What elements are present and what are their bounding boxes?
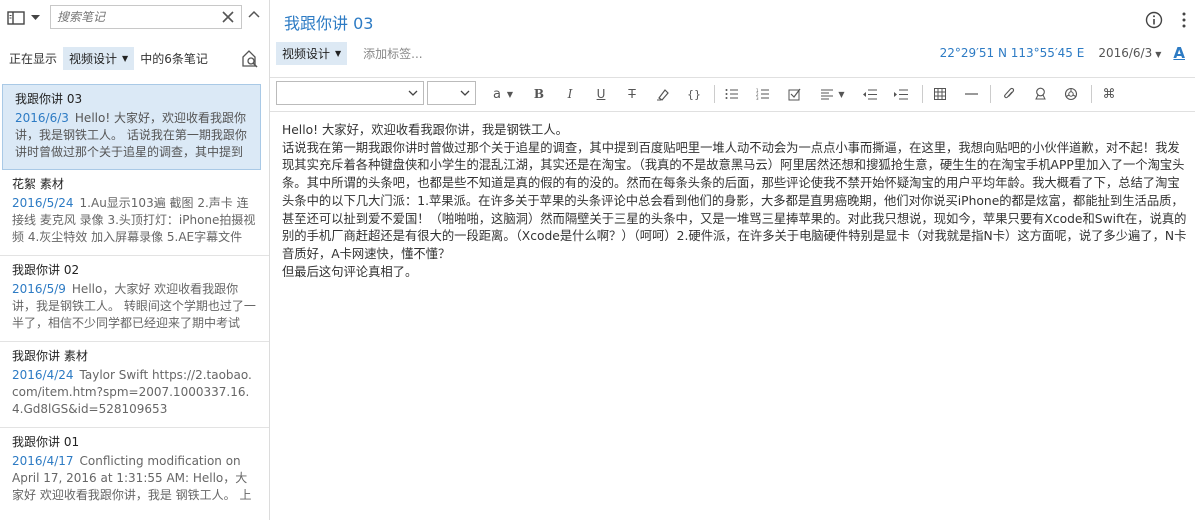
close-icon[interactable] xyxy=(221,10,235,24)
note-tag-label: 视频设计 xyxy=(282,46,331,61)
align-button[interactable]: ▼ xyxy=(816,84,850,104)
underline-icon[interactable]: U xyxy=(591,84,611,104)
sidebar-topbar xyxy=(0,0,269,36)
note-paragraph: 话说我在第一期我跟你讲时曾做过那个关于追星的调查，其中提到百度贴吧里一堆人动不动… xyxy=(282,140,1187,261)
info-icon[interactable] xyxy=(1145,11,1163,29)
note-item-snippet: 2016/4/24 Taylor Swift https://2.taobao.c… xyxy=(12,367,257,418)
notebook-view-button[interactable] xyxy=(7,9,43,27)
note-item-date: 2016/5/24 xyxy=(12,196,74,210)
italic-icon[interactable]: I xyxy=(560,84,580,104)
strikethrough-icon[interactable]: T xyxy=(622,84,642,104)
note-item-title: 我跟你讲 03 xyxy=(15,92,83,106)
note-item-title: 我跟你讲 02 xyxy=(12,263,80,277)
bullet-list-icon[interactable] xyxy=(722,84,742,104)
toolbar-separator xyxy=(922,85,923,103)
text-color-button[interactable]: a ▼ xyxy=(486,84,520,104)
table-icon[interactable] xyxy=(930,84,950,104)
note-list-item[interactable]: 我跟你讲 03 2016/6/3 Hello! 大家好，欢迎收看我跟你讲，我是钢铁… xyxy=(2,84,261,170)
location-coordinates[interactable]: 22°29′51 N 113°55′45 E xyxy=(940,46,1085,60)
indent-icon[interactable] xyxy=(891,84,911,104)
chevron-up-icon[interactable] xyxy=(248,10,260,18)
toolbar-separator xyxy=(1091,85,1092,103)
toolbar-separator xyxy=(990,85,991,103)
location-pin-icon[interactable] xyxy=(1030,84,1050,104)
format-toolbar: a ▼ B I U T {} 123 ▼ ⌘ xyxy=(270,77,1195,112)
note-item-title: 花絮 素材 xyxy=(12,177,64,191)
checkbox-icon[interactable] xyxy=(784,84,804,104)
toolbar-separator xyxy=(714,85,715,103)
search-box[interactable] xyxy=(50,5,242,29)
add-tag-input[interactable]: 添加标签... xyxy=(363,45,422,62)
note-list-item[interactable]: 花絮 素材 2016/5/24 1.Au显示103遍 截图 2.声卡 连接线 麦克… xyxy=(0,170,269,256)
align-left-icon xyxy=(821,89,834,99)
note-item-title: 我跟你讲 01 xyxy=(12,435,80,449)
record-icon[interactable] xyxy=(1061,84,1081,104)
note-list-item[interactable]: 我跟你讲 素材 2016/4/24 Taylor Swift https://2.… xyxy=(0,342,269,428)
note-item-snippet: 2016/6/3 Hello! 大家好，欢迎收看我跟你讲，我是钢铁工人。 话说我在… xyxy=(15,110,248,161)
note-list-item[interactable]: 我跟你讲 01 2016/4/17 Conflicting modificatio… xyxy=(0,428,269,514)
note-list-panel: 正在显示 视频设计 ▼ 中的6条笔记 我跟你讲 03 2016/6/3Hello!… xyxy=(0,0,270,520)
text-color-icon: a xyxy=(492,86,501,102)
note-paragraph: Hello! 大家好，欢迎收看我跟你讲，我是钢铁工人。 xyxy=(282,123,568,137)
horizontal-rule-icon[interactable] xyxy=(961,84,981,104)
note-editor: 我跟你讲 03 视频设计 ▼ 添加标签... 22°29′51 N 113°55′… xyxy=(270,0,1195,520)
code-icon[interactable]: {} xyxy=(684,84,704,104)
font-size-select[interactable] xyxy=(427,81,476,105)
sidebar-toggle-icon xyxy=(7,11,25,25)
bold-icon[interactable]: B xyxy=(529,84,549,104)
chevron-down-icon xyxy=(31,15,40,20)
note-item-snippet: 2016/4/17 Conflicting modification on Apr… xyxy=(12,453,257,504)
note-list: 我跟你讲 03 2016/6/3 Hello! 大家好，欢迎收看我跟你讲，我是钢铁… xyxy=(0,84,269,514)
note-item-date: 2016/6/3 xyxy=(15,111,69,125)
chevron-down-icon xyxy=(408,90,418,96)
caret-down-icon: ▼ xyxy=(506,89,514,99)
filter-tag-label: 视频设计 xyxy=(69,51,118,66)
note-meta: 22°29′51 N 113°55′45 E 2016/6/3 ▼ A xyxy=(940,42,1185,64)
note-item-date: 2016/4/24 xyxy=(12,368,74,382)
filter-suffix: 中的6条笔记 xyxy=(140,51,208,66)
svg-text:3: 3 xyxy=(756,96,759,100)
note-item-snippet: 2016/5/9 Hello，大家好 欢迎收看我跟你讲，我是钢铁工人。 转眼间这个… xyxy=(12,281,257,332)
note-paragraph: 但最后这句评论真相了。 xyxy=(282,264,418,279)
caret-down-icon: ▼ xyxy=(335,48,342,58)
font-family-select[interactable] xyxy=(276,81,424,105)
chevron-down-icon xyxy=(460,90,470,96)
note-item-date: 2016/5/9 xyxy=(12,282,66,296)
format-text-button[interactable]: A xyxy=(1173,44,1185,62)
outdent-icon[interactable] xyxy=(860,84,880,104)
caret-down-icon: ▼ xyxy=(1155,50,1162,59)
attachment-icon[interactable] xyxy=(999,84,1019,104)
note-body[interactable]: Hello! 大家好，欢迎收看我跟你讲，我是钢铁工人。 话说我在第一期我跟你讲时… xyxy=(282,122,1188,281)
filter-prefix: 正在显示 xyxy=(9,51,58,66)
note-date-dropdown[interactable]: 2016/6/3 ▼ xyxy=(1098,46,1161,60)
find-in-notes-icon[interactable] xyxy=(240,49,260,69)
search-input[interactable] xyxy=(57,9,207,25)
note-item-title: 我跟你讲 素材 xyxy=(12,349,88,363)
note-title[interactable]: 我跟你讲 03 xyxy=(284,10,373,34)
note-tag[interactable]: 视频设计 ▼ xyxy=(276,41,348,65)
caret-down-icon: ▼ xyxy=(838,89,845,99)
command-icon[interactable]: ⌘ xyxy=(1099,84,1119,104)
numbered-list-icon[interactable]: 123 xyxy=(753,84,773,104)
filter-bar: 正在显示 视频设计 ▼ 中的6条笔记 xyxy=(0,44,269,72)
highlight-icon[interactable] xyxy=(653,84,673,104)
note-list-item[interactable]: 我跟你讲 02 2016/5/9 Hello，大家好 欢迎收看我跟你讲，我是钢铁工… xyxy=(0,256,269,342)
filter-tag-dropdown[interactable]: 视频设计 ▼ xyxy=(63,46,135,70)
tag-row: 视频设计 ▼ 添加标签... xyxy=(276,41,423,65)
caret-down-icon: ▼ xyxy=(122,53,129,63)
note-item-snippet: 2016/5/24 1.Au显示103遍 截图 2.声卡 连接线 麦克风 录像 3… xyxy=(12,195,257,246)
note-date-label: 2016/6/3 xyxy=(1098,46,1153,60)
more-options-icon[interactable] xyxy=(1181,11,1187,29)
note-item-date: 2016/4/17 xyxy=(12,454,74,468)
